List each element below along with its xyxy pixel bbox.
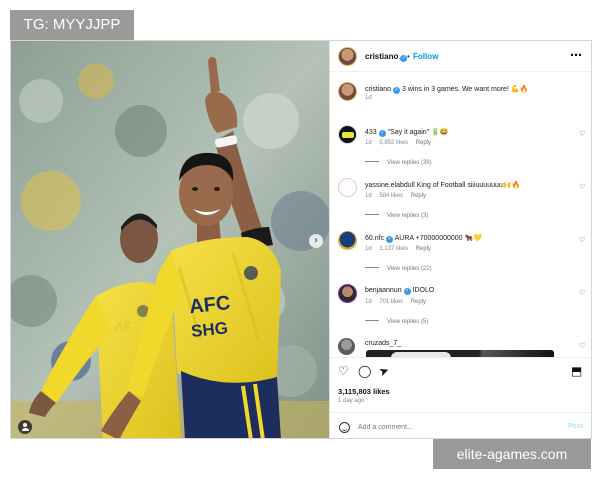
view-replies-button[interactable]: View replies (39) — [365, 160, 432, 166]
like-heart-icon[interactable]: ♡ — [338, 364, 349, 378]
tagged-users-icon[interactable] — [18, 420, 32, 434]
comment-body: "Say it again" 🔋😂 — [387, 129, 449, 136]
post-side-panel: cristiano ✓ • Follow ⋯ cristiano ✓ 3 wins … — [329, 41, 591, 438]
view-replies-button[interactable]: View replies (3) — [365, 213, 428, 219]
instagram-post: ΛF AFC SHG › cristiano ✓ • Follow ⋯ cris… — [10, 40, 592, 439]
caption-body: 3 wins in 3 games. We want more! 💪🔥 — [402, 86, 529, 93]
commenter-avatar[interactable] — [338, 178, 357, 197]
more-options-icon[interactable]: ⋯ — [570, 48, 582, 62]
caption-text: cristiano ✓ 3 wins in 3 games. We want mo… — [365, 85, 575, 94]
comment-time: 1d — [365, 246, 372, 252]
share-paper-plane-icon[interactable]: ➤ — [377, 363, 391, 380]
comment-text: cruzads_7_ — [365, 340, 575, 347]
comment-bubble-icon[interactable]: ◯ — [358, 364, 371, 378]
comment-time: 1d — [365, 193, 372, 199]
comment-body: AURA +70000000000 🐂💛 — [394, 235, 482, 242]
post-photo[interactable]: ΛF AFC SHG › — [11, 41, 329, 438]
reply-button[interactable]: Reply — [411, 193, 426, 199]
comment-text: benjaannun ✓ IDOLO — [365, 287, 575, 295]
post-likes-count[interactable]: 3,115,803 likes — [338, 387, 390, 396]
commenter-avatar[interactable] — [338, 338, 355, 355]
comment-text: yassine.elabdull King of Football siiiuu… — [365, 181, 575, 189]
watermark-top-left: TG: MYYJJPP — [10, 10, 134, 40]
comment-meta: 1d 1,137 likes Reply — [365, 246, 431, 252]
comment-username[interactable]: cruzads_7_ — [365, 340, 401, 347]
comment-text: 433 ✓ "Say it again" 🔋😂 — [365, 128, 575, 137]
watermark-bottom-right: elite-agames.com — [433, 439, 591, 469]
comment-username[interactable]: 60.nfc — [365, 235, 384, 242]
comment-input[interactable] — [358, 421, 558, 433]
reply-button[interactable]: Reply — [411, 299, 426, 305]
jersey-sponsor-line-2: SHG — [190, 318, 229, 341]
verified-badge-icon: ✓ — [386, 236, 394, 243]
comment-username[interactable]: yassine.elabdull — [365, 182, 415, 189]
emoji-smiley-icon[interactable] — [339, 422, 350, 433]
commenter-avatar[interactable] — [338, 284, 357, 303]
post-timestamp: 1 day ago — [338, 398, 365, 404]
view-replies-button[interactable]: View replies (5) — [365, 319, 428, 325]
football-player-photo: ΛF AFC SHG — [11, 41, 329, 438]
comment-likes[interactable]: 701 likes — [379, 299, 403, 305]
like-comment-heart-icon[interactable]: ♡ — [579, 236, 585, 244]
like-comment-heart-icon[interactable]: ♡ — [579, 342, 585, 350]
caption-avatar[interactable] — [338, 82, 357, 101]
svg-text:ΛF: ΛF — [115, 319, 132, 334]
comment-meta: 1d 701 likes Reply — [365, 299, 426, 305]
add-comment-bar: Post — [330, 412, 591, 438]
header-separator: • — [407, 52, 410, 61]
like-comment-heart-icon[interactable]: ♡ — [579, 130, 585, 138]
jersey-sponsor-line-1: AFC — [188, 292, 231, 318]
screenshot: ΛF AFC SHG › cristiano ✓ • Follow ⋯ cris… — [0, 0, 600, 480]
comments-list[interactable]: cristiano ✓ 3 wins in 3 games. We want mo… — [330, 73, 591, 357]
comment-meta: 1d 5,852 likes Reply — [365, 140, 431, 146]
caption-time: 1d — [365, 95, 372, 101]
next-image-button[interactable]: › — [309, 234, 323, 248]
caption-username[interactable]: cristiano — [365, 86, 391, 93]
comment-time: 1d — [365, 140, 372, 146]
comment-likes[interactable]: 584 likes — [379, 193, 403, 199]
bookmark-icon[interactable]: ⬒ — [571, 364, 582, 378]
comment-body: IDOLO — [412, 287, 435, 294]
comment-username[interactable]: benjaannun — [365, 287, 402, 294]
author-avatar[interactable] — [338, 47, 357, 66]
post-header: cristiano ✓ • Follow ⋯ — [330, 41, 591, 72]
like-comment-heart-icon[interactable]: ♡ — [579, 289, 585, 297]
like-comment-heart-icon[interactable]: ♡ — [579, 183, 585, 191]
comment-body: King of Football siiiuuuuuuu🙌🔥 — [416, 182, 521, 189]
post-comment-button[interactable]: Post — [568, 423, 583, 430]
verified-badge-icon: ✓ — [403, 288, 411, 295]
chevron-right-icon: › — [314, 235, 318, 246]
comment-likes[interactable]: 1,137 likes — [379, 246, 408, 252]
comment-meta: 1d 584 likes Reply — [365, 193, 426, 199]
commenter-avatar[interactable] — [338, 125, 357, 144]
comment-likes[interactable]: 5,852 likes — [379, 140, 408, 146]
verified-badge-icon: ✓ — [393, 87, 401, 94]
reply-button[interactable]: Reply — [416, 246, 431, 252]
verified-badge-icon: ✓ — [378, 130, 386, 137]
post-actions: ♡ ◯ ➤ ⬒ 3,115,803 likes 1 day ago Post — [330, 357, 591, 438]
follow-button[interactable]: Follow — [413, 52, 438, 61]
reply-button[interactable]: Reply — [416, 140, 431, 146]
view-replies-button[interactable]: View replies (22) — [365, 266, 432, 272]
comment-time: 1d — [365, 299, 372, 305]
comment-text: 60.nfc ✓ AURA +70000000000 🐂💛 — [365, 234, 575, 243]
author-username[interactable]: cristiano ✓ — [365, 52, 408, 62]
comment-username[interactable]: 433 — [365, 129, 377, 136]
commenter-avatar[interactable] — [338, 231, 357, 250]
